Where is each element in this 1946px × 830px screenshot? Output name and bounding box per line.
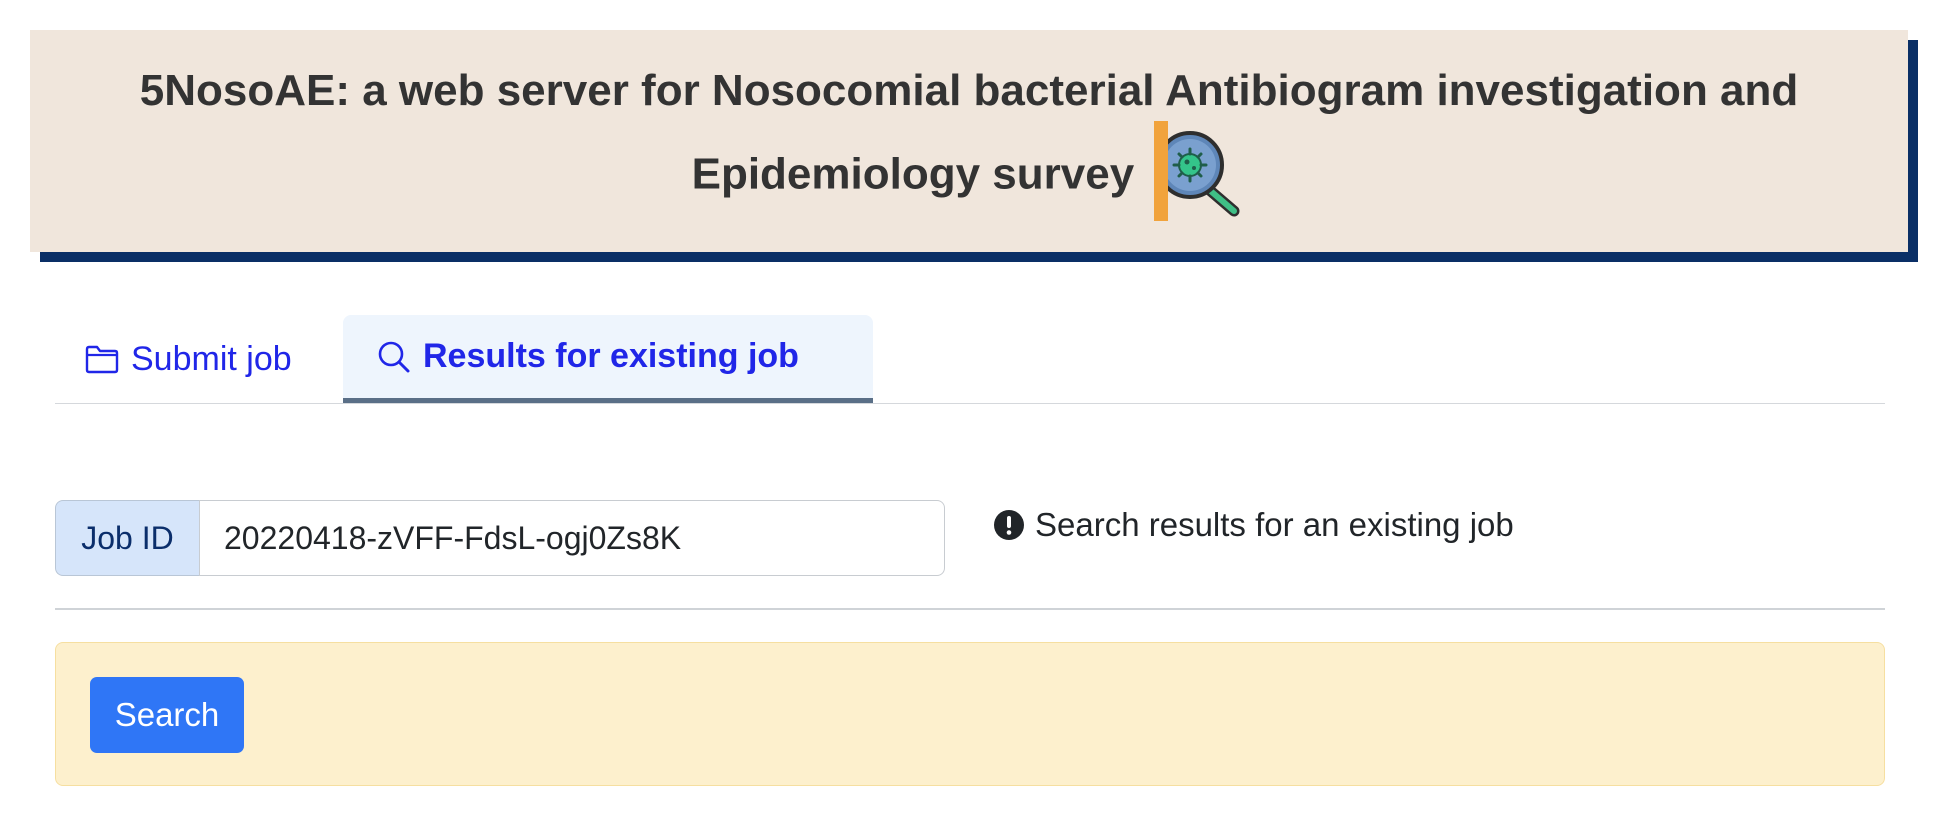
title-line-1: 5NosoAE: a web server for Nosocomial bac… <box>139 66 1799 115</box>
text-cursor <box>1154 121 1169 221</box>
tab-bar: Submit job Results for existing job <box>55 315 1885 404</box>
action-panel: Search <box>55 642 1885 786</box>
tab-submit-job[interactable]: Submit job <box>85 315 292 403</box>
magnifier-bacteria-icon <box>1154 121 1246 221</box>
job-id-input[interactable] <box>199 500 945 576</box>
tab-submit-job-label: Submit job <box>131 339 292 378</box>
search-icon <box>378 341 410 372</box>
search-button[interactable]: Search <box>90 677 244 753</box>
page: 5NosoAE: a web server for Nosocomial bac… <box>0 0 1946 830</box>
tab-results-label: Results for existing job <box>423 337 799 375</box>
tab-results-existing-job[interactable]: Results for existing job <box>343 315 873 403</box>
divider <box>55 608 1885 610</box>
search-hint-text: Search results for an existing job <box>1035 506 1514 543</box>
job-id-input-group: Job ID <box>55 500 945 576</box>
folder-icon <box>85 345 119 374</box>
page-title: 5NosoAE: a web server for Nosocomial bac… <box>69 55 1869 227</box>
exclamation-circle-icon <box>994 510 1024 540</box>
search-hint: Search results for an existing job <box>993 500 1514 550</box>
header-banner: 5NosoAE: a web server for Nosocomial bac… <box>30 30 1908 252</box>
title-line-2: Epidemiology survey <box>691 149 1135 199</box>
job-id-label: Job ID <box>55 500 199 576</box>
